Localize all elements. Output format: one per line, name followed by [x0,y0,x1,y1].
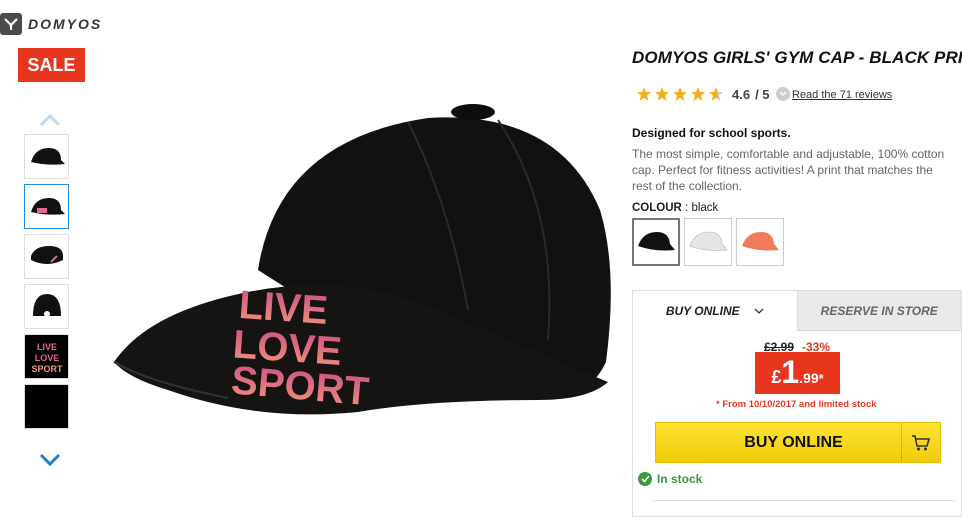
tab-reserve-in-store[interactable]: RESERVE IN STORE [796,291,961,331]
thumbnail-back-view[interactable] [24,284,69,329]
cap-brim-thumbnail-icon [30,245,63,264]
price-asterisk: * [818,371,824,386]
price-currency: £ [771,367,782,387]
main-product-image[interactable]: LIVE LOVE SPORT [108,100,618,430]
stock-status: In stock [638,472,702,486]
chevron-down-icon [39,453,61,467]
cap-back-thumbnail-icon [32,293,61,317]
tab-reserve-label: RESERVE IN STORE [820,303,938,318]
sale-badge: SALE [18,48,85,82]
checkmark-icon [638,472,652,486]
brand-header[interactable]: DOMYOS [0,13,102,35]
domyos-logo-icon [0,13,22,35]
cart-icon [901,423,940,462]
white-cap-swatch-icon [689,231,728,251]
buy-button-label: BUY ONLINE [744,433,843,451]
product-tagline: Designed for school sports. [632,126,791,140]
brand-name: DOMYOS [28,16,103,32]
thumbnail-side-view[interactable] [24,134,69,179]
tab-buy-online-label: BUY ONLINE [665,304,740,318]
svg-text:LOVE: LOVE [34,353,59,363]
thumbnail-print-detail[interactable]: LIVE LOVE SPORT [24,334,69,379]
colour-swatches [632,218,784,266]
swatch-coral[interactable] [736,218,784,266]
cap-print-thumbnail-icon [30,197,65,215]
colour-value: black [691,202,719,214]
rating-value: 4.6 [732,86,751,102]
colour-label-title: COLOUR [632,202,682,214]
rating-max: / 5 [755,86,770,102]
stock-label: In stock [657,472,703,486]
product-description: The most simple, comfortable and adjusta… [632,147,945,193]
chevron-up-icon [39,113,61,127]
rating-chevron-down-icon[interactable] [775,87,790,101]
swatch-white[interactable] [684,218,732,266]
star-rating-icon [637,87,723,101]
thumbnail-front-view[interactable] [24,184,69,229]
buy-online-button[interactable]: BUY ONLINE [655,422,941,463]
thumbnail-fabric-detail[interactable] [24,384,69,429]
product-title: DOMYOS GIRLS' GYM CAP - BLACK PRINT [632,48,962,67]
print-detail-thumbnail-icon: LIVE LOVE SPORT [31,342,63,374]
black-cap-swatch-icon [638,232,675,251]
price-tag: £ 1 .99 * [755,352,840,394]
thumbnail-list: LIVE LOVE SPORT [24,134,69,429]
thumbnails-up-arrow[interactable] [38,110,62,130]
svg-text:SPORT: SPORT [31,364,63,374]
price-decimals: .99 [799,370,819,386]
rating-stars[interactable]: 4.6 / 5 [636,86,790,102]
price-integer: 1 [781,354,800,390]
swatch-black[interactable] [632,218,680,266]
chevron-down-icon [754,308,764,314]
cap-thumbnail-icon [30,147,65,165]
svg-text:LIVE: LIVE [36,342,56,352]
availability-note: * From 10/10/2017 and limited stock [716,399,877,410]
coral-cap-swatch-icon [742,232,779,251]
thumbnail-brim-view[interactable] [24,234,69,279]
tab-buy-online[interactable]: BUY ONLINE [633,291,797,331]
cap-main-image: LIVE LOVE SPORT [113,104,611,415]
divider [652,500,956,501]
purchase-tabs: BUY ONLINE RESERVE IN STORE [633,291,961,331]
colour-label: COLOUR : black [632,202,719,214]
read-reviews-link[interactable]: Read the 71 reviews [792,89,892,101]
thumbnails-down-arrow[interactable] [38,450,62,470]
